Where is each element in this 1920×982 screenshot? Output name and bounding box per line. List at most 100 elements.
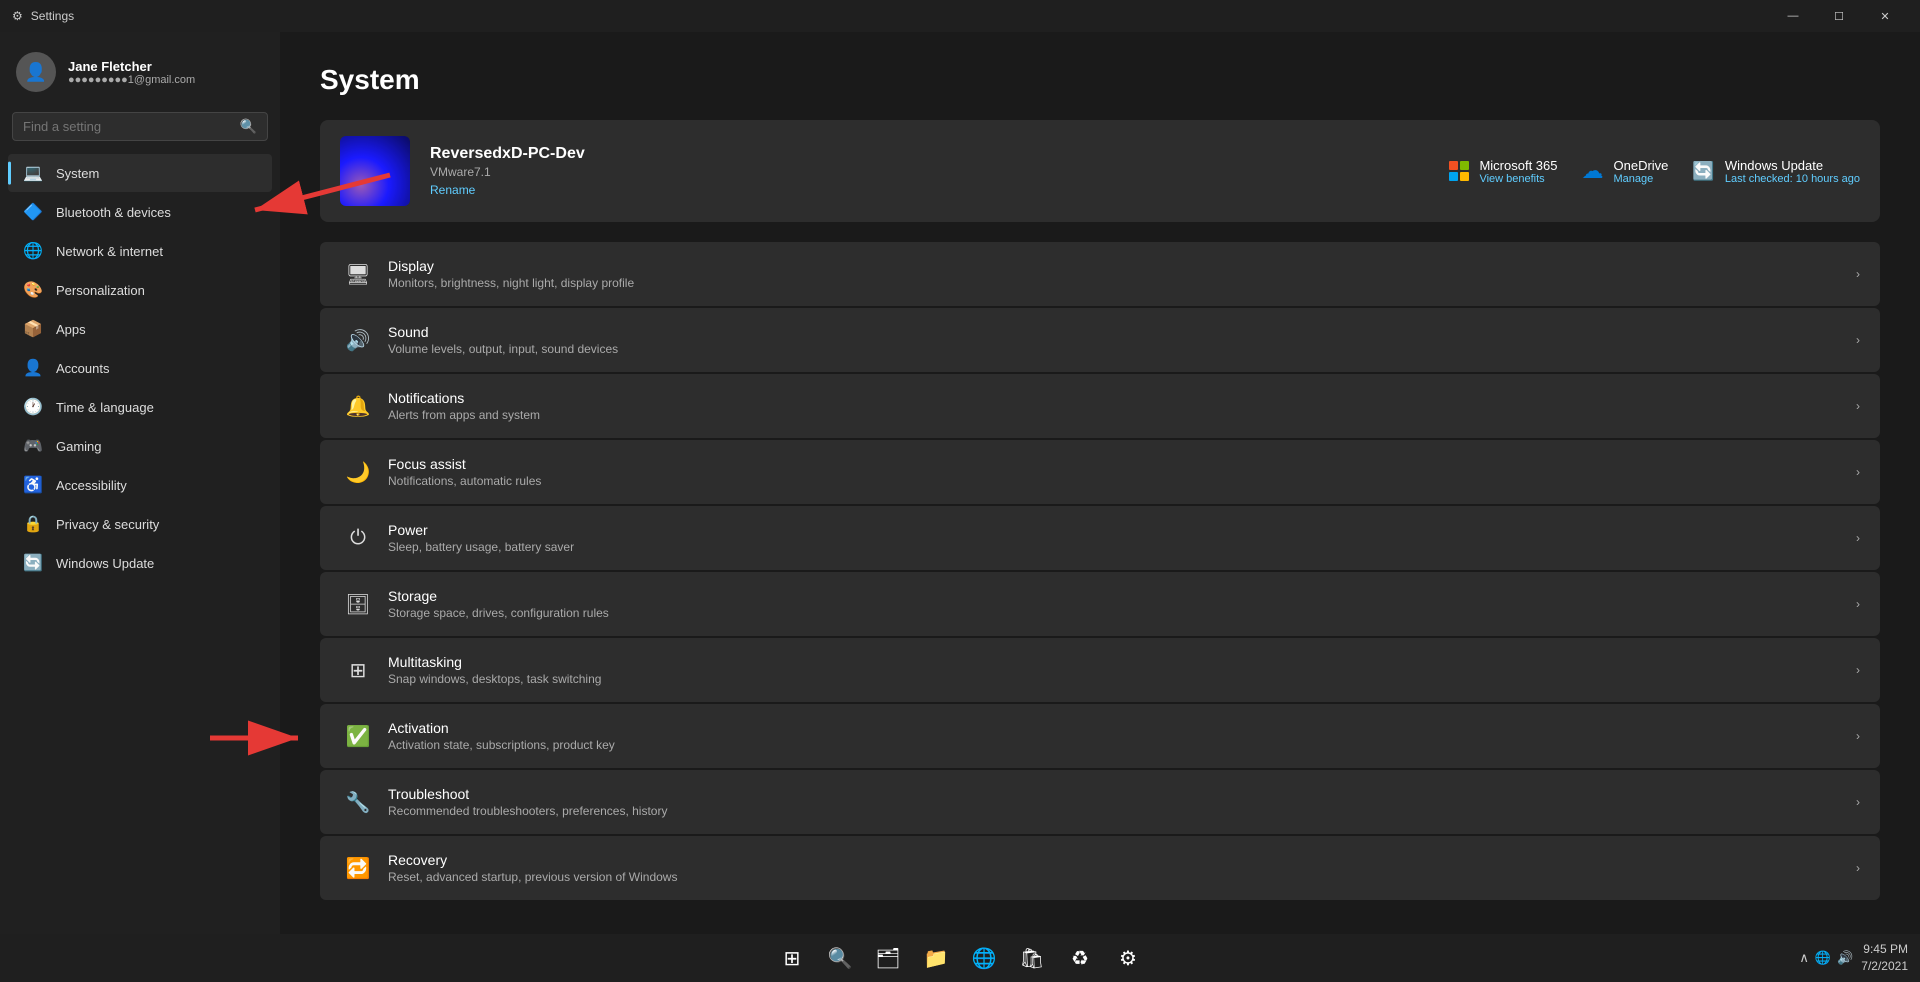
settings-arrow-recovery: › <box>1856 861 1860 875</box>
settings-subtitle-power: Sleep, battery usage, battery saver <box>388 540 1856 554</box>
nav-icon-update: 🔄 <box>24 554 42 572</box>
settings-icon-notifications: 🔔 <box>340 388 376 424</box>
settings-icon-recovery: 🔁 <box>340 850 376 886</box>
settings-subtitle-storage: Storage space, drives, configuration rul… <box>388 606 1856 620</box>
title-bar-left: ⚙ Settings <box>12 9 74 23</box>
system-name: ReversedxD-PC-Dev <box>430 145 1429 163</box>
maximize-button[interactable]: ☐ <box>1816 0 1862 32</box>
clock-date: 7/2/2021 <box>1861 958 1908 975</box>
settings-item-recovery[interactable]: 🔁 Recovery Reset, advanced startup, prev… <box>320 836 1880 900</box>
sidebar-item-network[interactable]: 🌐 Network & internet <box>8 232 272 270</box>
taskbar-icon-store[interactable]: 🛍 <box>1012 938 1052 978</box>
settings-arrow-notifications: › <box>1856 399 1860 413</box>
tray-chevron[interactable]: ∧ <box>1799 950 1809 966</box>
taskbar-icon-windows-start[interactable]: ⊞ <box>772 938 812 978</box>
link-label-ms365: Microsoft 365 <box>1479 158 1557 173</box>
nav-label-personalization: Personalization <box>56 283 145 298</box>
settings-item-sound[interactable]: 🔊 Sound Volume levels, output, input, so… <box>320 308 1880 372</box>
link-sub-onedrive[interactable]: Manage <box>1614 173 1669 185</box>
user-email: ●●●●●●●●●1@gmail.com <box>68 74 195 86</box>
settings-subtitle-activation: Activation state, subscriptions, product… <box>388 738 1856 752</box>
settings-item-focus[interactable]: 🌙 Focus assist Notifications, automatic … <box>320 440 1880 504</box>
close-button[interactable]: ✕ <box>1862 0 1908 32</box>
sidebar-item-bluetooth[interactable]: 🔷 Bluetooth & devices <box>8 193 272 231</box>
settings-item-power[interactable]: ⏻ Power Sleep, battery usage, battery sa… <box>320 506 1880 570</box>
user-info: Jane Fletcher ●●●●●●●●●1@gmail.com <box>68 59 195 86</box>
settings-arrow-multitasking: › <box>1856 663 1860 677</box>
search-input[interactable] <box>23 119 232 134</box>
nav-label-gaming: Gaming <box>56 439 102 454</box>
sidebar-item-time[interactable]: 🕐 Time & language <box>8 388 272 426</box>
rename-link[interactable]: Rename <box>430 183 1429 197</box>
settings-item-troubleshoot[interactable]: 🔧 Troubleshoot Recommended troubleshoote… <box>320 770 1880 834</box>
nav-icon-accessibility: ♿ <box>24 476 42 494</box>
nav-icon-privacy: 🔒 <box>24 515 42 533</box>
settings-item-display[interactable]: 🖥 Display Monitors, brightness, night li… <box>320 242 1880 306</box>
search-box[interactable]: 🔍 <box>12 112 268 141</box>
link-sub-update[interactable]: Last checked: 10 hours ago <box>1725 173 1860 185</box>
sidebar-item-personalization[interactable]: 🎨 Personalization <box>8 271 272 309</box>
system-details: ReversedxD-PC-Dev VMware7.1 Rename <box>430 145 1429 197</box>
settings-title-sound: Sound <box>388 324 1856 340</box>
settings-subtitle-display: Monitors, brightness, night light, displ… <box>388 276 1856 290</box>
sidebar-item-accessibility[interactable]: ♿ Accessibility <box>8 466 272 504</box>
settings-arrow-activation: › <box>1856 729 1860 743</box>
nav-icon-apps: 📦 <box>24 320 42 338</box>
settings-icon: ⚙ <box>12 9 23 23</box>
settings-title-storage: Storage <box>388 588 1856 604</box>
settings-text-activation: Activation Activation state, subscriptio… <box>388 720 1856 752</box>
user-name: Jane Fletcher <box>68 59 195 74</box>
system-link-onedrive[interactable]: ☁ OneDrive Manage <box>1582 158 1669 185</box>
settings-title-troubleshoot: Troubleshoot <box>388 786 1856 802</box>
taskbar-right: ∧ 🌐 🔊 9:45 PM 7/2/2021 <box>1799 941 1908 975</box>
tray-network[interactable]: 🌐 <box>1815 950 1831 966</box>
sidebar-item-accounts[interactable]: 👤 Accounts <box>8 349 272 387</box>
settings-arrow-storage: › <box>1856 597 1860 611</box>
nav-label-accounts: Accounts <box>56 361 109 376</box>
settings-title-recovery: Recovery <box>388 852 1856 868</box>
settings-item-storage[interactable]: 🗄 Storage Storage space, drives, configu… <box>320 572 1880 636</box>
sidebar-item-update[interactable]: 🔄 Windows Update <box>8 544 272 582</box>
nav-label-bluetooth: Bluetooth & devices <box>56 205 171 220</box>
settings-item-multitasking[interactable]: ⊞ Multitasking Snap windows, desktops, t… <box>320 638 1880 702</box>
taskbar-icon-search[interactable]: 🔍 <box>820 938 860 978</box>
nav-label-system: System <box>56 166 99 181</box>
system-links: Microsoft 365 View benefits ☁ OneDrive M… <box>1449 158 1860 185</box>
ms365-icon <box>1449 161 1469 181</box>
sidebar-item-apps[interactable]: 📦 Apps <box>8 310 272 348</box>
settings-item-notifications[interactable]: 🔔 Notifications Alerts from apps and sys… <box>320 374 1880 438</box>
sidebar-item-privacy[interactable]: 🔒 Privacy & security <box>8 505 272 543</box>
settings-text-display: Display Monitors, brightness, night ligh… <box>388 258 1856 290</box>
settings-item-activation[interactable]: ✅ Activation Activation state, subscript… <box>320 704 1880 768</box>
tray-volume[interactable]: 🔊 <box>1837 950 1853 966</box>
page-title: System <box>320 64 1880 96</box>
taskbar-time[interactable]: 9:45 PM 7/2/2021 <box>1861 941 1908 975</box>
system-tray: ∧ 🌐 🔊 <box>1799 950 1853 966</box>
settings-text-power: Power Sleep, battery usage, battery save… <box>388 522 1856 554</box>
nav-icon-personalization: 🎨 <box>24 281 42 299</box>
link-text-ms365: Microsoft 365 View benefits <box>1479 158 1557 185</box>
update-icon: 🔄 <box>1692 161 1714 182</box>
minimize-button[interactable]: — <box>1770 0 1816 32</box>
nav-icon-network: 🌐 <box>24 242 42 260</box>
system-link-ms365[interactable]: Microsoft 365 View benefits <box>1449 158 1557 185</box>
nav-label-accessibility: Accessibility <box>56 478 127 493</box>
sidebar-item-system[interactable]: 💻 System <box>8 154 272 192</box>
search-button[interactable]: 🔍 <box>240 118 257 135</box>
taskbar-icon-file-explorer[interactable]: 📁 <box>916 938 956 978</box>
title-bar-title: Settings <box>31 9 74 23</box>
settings-title-notifications: Notifications <box>388 390 1856 406</box>
taskbar-icon-task-view[interactable]: 🗂 <box>868 938 908 978</box>
settings-text-recovery: Recovery Reset, advanced startup, previo… <box>388 852 1856 884</box>
taskbar-icon-edge[interactable]: 🌐 <box>964 938 1004 978</box>
avatar: 👤 <box>16 52 56 92</box>
settings-text-storage: Storage Storage space, drives, configura… <box>388 588 1856 620</box>
system-vm: VMware7.1 <box>430 165 1429 179</box>
taskbar-icon-settings-app[interactable]: ⚙ <box>1108 938 1148 978</box>
link-sub-ms365[interactable]: View benefits <box>1479 173 1557 185</box>
settings-text-focus: Focus assist Notifications, automatic ru… <box>388 456 1856 488</box>
system-link-update[interactable]: 🔄 Windows Update Last checked: 10 hours … <box>1692 158 1860 185</box>
nav-label-apps: Apps <box>56 322 86 337</box>
sidebar-item-gaming[interactable]: 🎮 Gaming <box>8 427 272 465</box>
taskbar-icon-mail[interactable]: ♻ <box>1060 938 1100 978</box>
